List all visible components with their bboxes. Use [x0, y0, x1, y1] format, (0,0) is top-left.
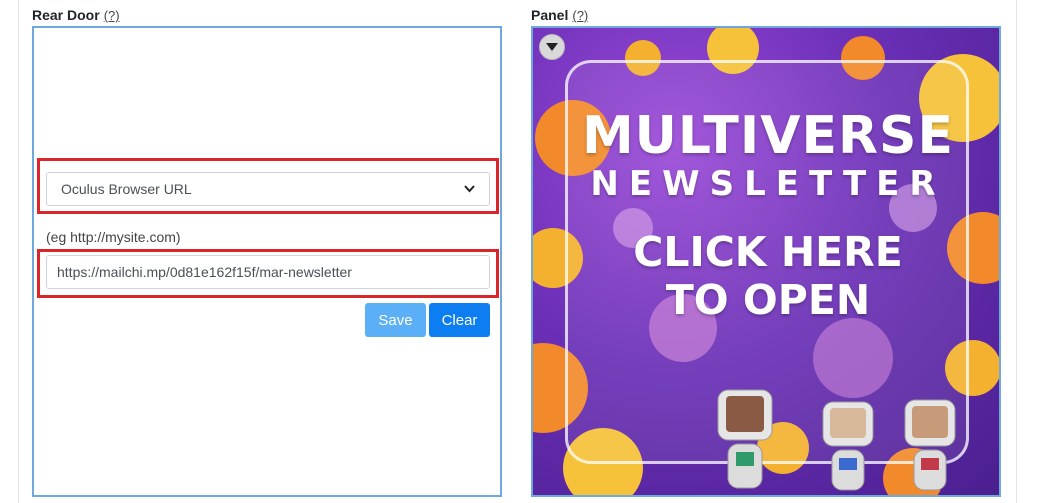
panel-title-line1: MULTIVERSE	[581, 106, 955, 166]
robot-left	[717, 389, 773, 489]
clear-button[interactable]: Clear	[429, 303, 490, 337]
url-hint: (eg http://mysite.com)	[46, 229, 181, 245]
link-type-select[interactable]: Oculus Browser URL	[46, 172, 490, 206]
link-type-value: Oculus Browser URL	[61, 181, 192, 197]
panel-menu-toggle[interactable]	[539, 34, 565, 60]
rear-door-heading: Rear Door (?)	[32, 7, 120, 23]
panel-help-link[interactable]: (?)	[572, 8, 588, 23]
panel-title-line2: NEWSLETTER	[590, 164, 946, 204]
rear-door-help-link[interactable]: (?)	[104, 8, 120, 23]
right-divider	[1016, 0, 1017, 503]
panel-heading: Panel (?)	[531, 7, 588, 23]
rear-door-label: Rear Door	[32, 7, 100, 23]
robot-characters	[717, 389, 956, 491]
panel-cta-line1: CLICK HERE	[633, 228, 903, 276]
robot-right	[904, 399, 956, 491]
panel-label: Panel	[531, 7, 569, 23]
chevron-down-icon	[464, 185, 475, 193]
save-button[interactable]: Save	[365, 303, 426, 337]
panel-cta-line2: TO OPEN	[665, 276, 871, 324]
robot-middle	[822, 401, 874, 491]
caret-down-icon	[546, 43, 558, 51]
panel-image[interactable]: MULTIVERSE NEWSLETTER CLICK HERE TO OPEN	[531, 26, 1001, 497]
url-input[interactable]	[46, 255, 490, 289]
left-divider	[18, 0, 19, 503]
